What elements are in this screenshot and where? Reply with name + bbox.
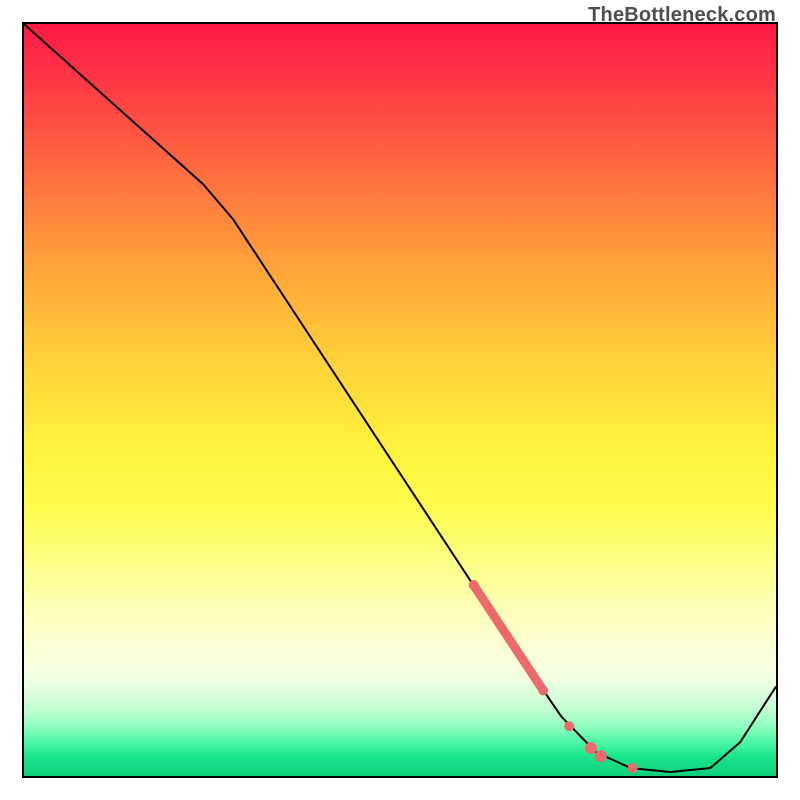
highlight-markers	[469, 580, 638, 773]
highlight-dot	[595, 750, 607, 762]
highlight-dot	[585, 742, 597, 754]
highlight-dot	[538, 685, 548, 695]
highlight-dot	[469, 580, 479, 590]
plot-area	[22, 22, 778, 778]
bottleneck-curve	[24, 24, 776, 772]
curve-layer	[24, 24, 776, 776]
highlight-segment	[474, 585, 544, 690]
chart-container: TheBottleneck.com	[0, 0, 800, 800]
highlight-dot	[564, 721, 574, 731]
highlight-dot	[628, 763, 638, 773]
bottleneck-curve-path	[24, 24, 776, 772]
